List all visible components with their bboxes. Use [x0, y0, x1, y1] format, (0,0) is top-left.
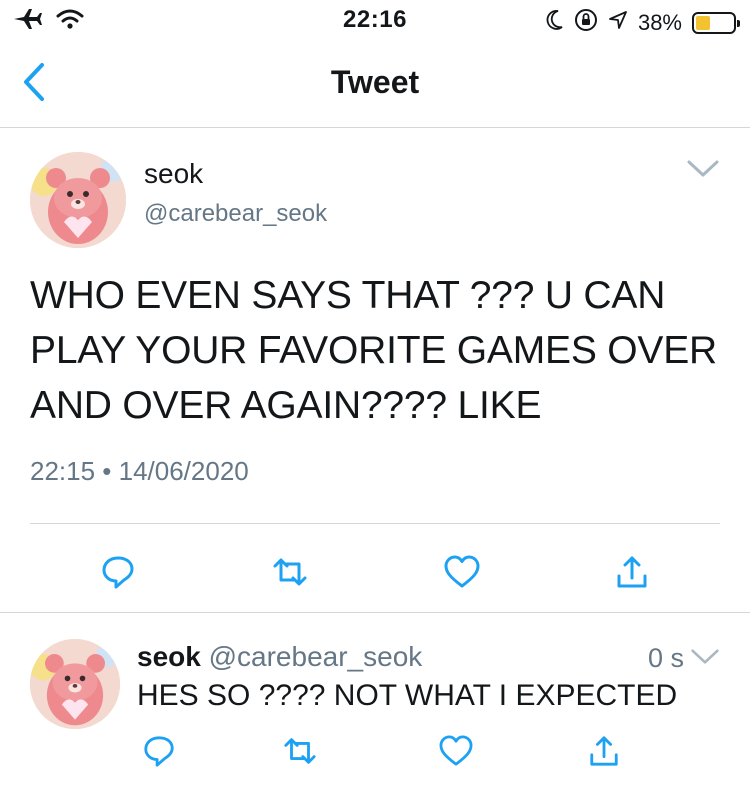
tweet-timestamp[interactable]: 22:15 • 14/06/2020: [30, 456, 249, 487]
main-tweet: seok @carebear_seok WHO EVEN SAYS THAT ?…: [0, 128, 750, 612]
nav-bar: Tweet: [0, 42, 750, 128]
share-button[interactable]: [582, 731, 626, 775]
moon-icon: [546, 9, 564, 36]
reply-button[interactable]: [96, 552, 140, 596]
status-bar: 22:16 38%: [0, 0, 750, 42]
tweet-actions: [0, 548, 750, 608]
like-button[interactable]: [434, 731, 478, 775]
chevron-down-icon: [686, 160, 720, 184]
battery-fill: [696, 15, 710, 30]
reply-options-button[interactable]: [690, 647, 720, 667]
divider: [30, 523, 720, 524]
location-icon: [608, 10, 628, 35]
reply-icon: [100, 554, 136, 595]
chevron-down-icon: [690, 649, 720, 671]
author-name[interactable]: seok: [144, 158, 203, 190]
like-icon: [439, 734, 473, 772]
page-title: Tweet: [330, 64, 420, 100]
tweet-text: WHO EVEN SAYS THAT ??? U CAN PLAY YOUR F…: [30, 274, 718, 427]
share-icon: [615, 554, 649, 595]
share-button[interactable]: [610, 552, 654, 596]
author-handle[interactable]: @carebear_seok: [209, 641, 423, 672]
reply-header: seok @carebear_seok: [137, 641, 422, 673]
battery-icon: [692, 11, 740, 34]
author-name[interactable]: seok: [137, 641, 201, 672]
retweet-icon: [271, 554, 309, 595]
reply-actions: [0, 725, 750, 781]
orientation-lock-icon: [574, 8, 598, 37]
status-right: 38%: [546, 8, 740, 37]
reply-time: 0 s: [647, 643, 684, 673]
retweet-button[interactable]: [268, 552, 312, 596]
battery-percentage: 38%: [637, 9, 682, 35]
reply-tweet[interactable]: seok @carebear_seok 0 s HES SO ???? NOT …: [0, 613, 750, 786]
retweet-icon: [282, 734, 318, 773]
reply-button[interactable]: [137, 731, 181, 775]
avatar[interactable]: [30, 152, 126, 248]
like-button[interactable]: [440, 552, 484, 596]
author-handle[interactable]: @carebear_seok: [144, 200, 327, 228]
like-icon: [444, 555, 480, 594]
tweet-options-button[interactable]: [686, 158, 720, 180]
avatar[interactable]: [30, 639, 120, 729]
share-icon: [588, 734, 620, 773]
reply-text: HES SO ???? NOT WHAT I EXPECTED: [137, 679, 678, 712]
reply-icon: [142, 734, 176, 773]
retweet-button[interactable]: [278, 731, 322, 775]
